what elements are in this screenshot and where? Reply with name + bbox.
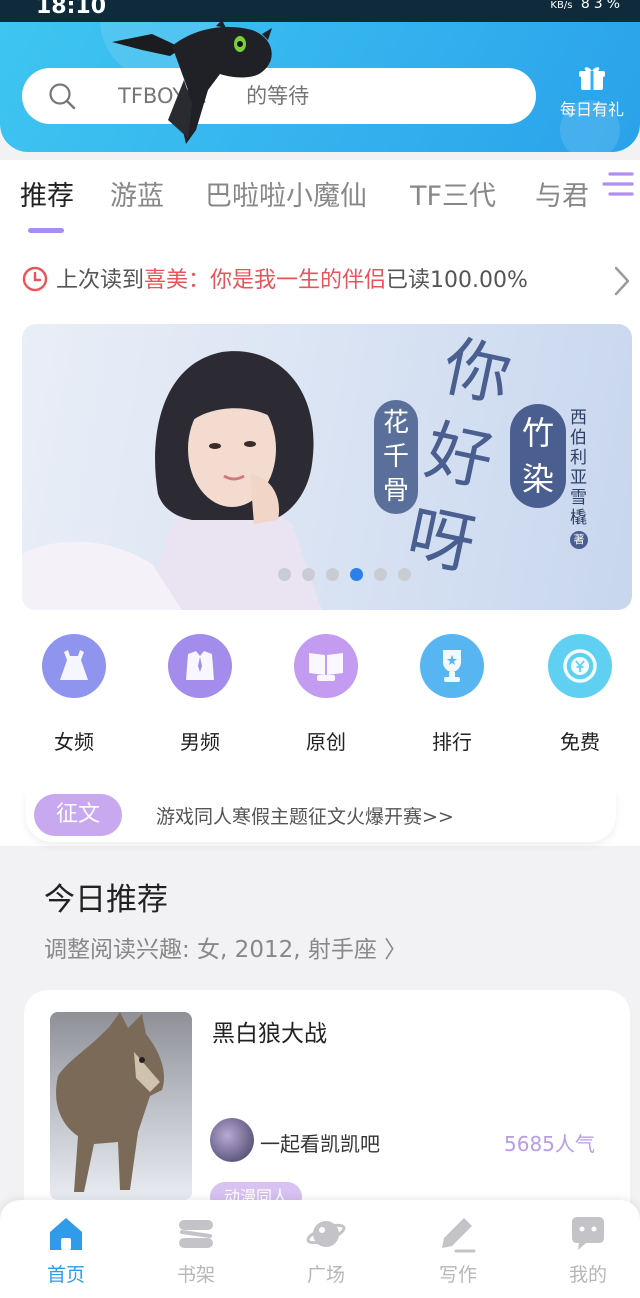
- bottom-navigation: 首页 书架 广场 写作 我的: [0, 1200, 640, 1298]
- tab-tf3[interactable]: TF三代: [410, 174, 496, 213]
- network-speed: KB/s: [550, 0, 573, 11]
- last-read-text: 上次读到喜美：你是我一生的伴侣已读100.00%: [56, 262, 528, 294]
- tab-recommend[interactable]: 推荐: [20, 174, 74, 213]
- carousel-dot[interactable]: [398, 568, 411, 581]
- last-read-prefix: 上次读到: [56, 268, 145, 293]
- tabs-menu-button[interactable]: [600, 168, 640, 204]
- tab-balala[interactable]: 巴啦啦小魔仙: [205, 174, 367, 213]
- nav-label: 广场: [306, 1264, 345, 1286]
- book-author[interactable]: 一起看凯凯吧: [260, 1128, 380, 1157]
- nav-label: 书架: [176, 1264, 215, 1286]
- header: 18:10 KB/s 83% 每日有礼: [0, 0, 640, 152]
- clock-icon: [22, 266, 48, 292]
- chat-profile-icon: [572, 1217, 604, 1250]
- category-circle: [42, 634, 106, 698]
- banner-title-sub2: 竹染: [510, 404, 566, 508]
- category-circle: [548, 634, 612, 698]
- trophy-icon: [443, 650, 461, 682]
- dress-icon: [60, 650, 88, 680]
- daily-gift-button[interactable]: 每日有礼: [552, 64, 632, 128]
- contest-link[interactable]: 游戏同人寒假主题征文火爆开赛>>: [156, 802, 454, 829]
- category-label: 女频: [54, 730, 94, 754]
- popularity-count: 5685人气: [504, 1132, 595, 1156]
- tab-yujun[interactable]: 与君: [535, 174, 589, 213]
- status-indicators: KB/s 83%: [550, 0, 624, 12]
- banner-author: 西伯利亚雪橇著: [570, 408, 592, 549]
- category-circle: [420, 634, 484, 698]
- status-bar: 18:10 KB/s 83%: [0, 0, 640, 22]
- carousel-dots: [278, 566, 422, 581]
- carousel-dot-active[interactable]: [350, 568, 363, 581]
- section-title: 今日推荐: [44, 882, 168, 918]
- category-free[interactable]: 免费: [530, 634, 630, 755]
- nav-label: 首页: [46, 1264, 85, 1286]
- nav-label: 写作: [438, 1264, 477, 1286]
- banner-author-suffix: 著: [570, 531, 588, 549]
- carousel-dot[interactable]: [278, 568, 291, 581]
- banner-author-name: 西伯利亚雪橇: [570, 408, 587, 528]
- category-original[interactable]: 原创: [276, 634, 376, 755]
- dragon-sticker-icon: [112, 20, 272, 144]
- category-label: 男频: [180, 730, 220, 754]
- nav-square[interactable]: 广场: [276, 1214, 376, 1287]
- search-icon: [49, 83, 76, 110]
- category-female[interactable]: 女频: [24, 634, 124, 755]
- category-shortcuts: 女频 男频 原创 排行 免费: [0, 620, 640, 790]
- carousel-dot[interactable]: [374, 568, 387, 581]
- contest-badge: 征文: [34, 794, 122, 836]
- category-ranking[interactable]: 排行: [402, 634, 502, 755]
- nav-write[interactable]: 写作: [408, 1214, 508, 1287]
- menu-icon: [602, 172, 634, 196]
- book-cover[interactable]: [50, 1012, 192, 1200]
- nav-home[interactable]: 首页: [16, 1214, 116, 1287]
- book-icon: [309, 653, 343, 681]
- tab-youlan[interactable]: 游蓝: [110, 174, 164, 213]
- nav-label: 我的: [568, 1264, 607, 1286]
- category-circle: [168, 634, 232, 698]
- nav-mine[interactable]: 我的: [538, 1214, 638, 1287]
- last-read-title: 喜美：你是我一生的伴侣: [144, 268, 387, 293]
- banner-title-sub1: 花千骨: [374, 400, 418, 514]
- category-label: 免费: [560, 730, 600, 754]
- category-male[interactable]: 男频: [150, 634, 250, 755]
- category-label: 排行: [432, 730, 472, 754]
- battery-level: 83%: [580, 0, 624, 12]
- banner-carousel[interactable]: 你好呀 花千骨 竹染 西伯利亚雪橇著: [22, 324, 632, 610]
- gift-label: 每日有礼: [559, 100, 624, 119]
- chevron-right-icon: [614, 266, 630, 296]
- shirt-icon: [186, 651, 214, 680]
- status-time: 18:10: [36, 0, 107, 19]
- coin-icon: [563, 649, 597, 683]
- wolf-cover-image: [50, 1012, 192, 1200]
- active-tab-indicator: [28, 228, 64, 233]
- last-read-progress: 已读100.00%: [386, 268, 528, 293]
- home-icon: [50, 1218, 82, 1250]
- category-label: 原创: [306, 730, 346, 754]
- gift-icon: [579, 67, 605, 90]
- carousel-dot[interactable]: [302, 568, 315, 581]
- category-tabs: 推荐 游蓝 巴啦啦小魔仙 TF三代 与君: [0, 160, 640, 240]
- last-read-bar[interactable]: 上次读到喜美：你是我一生的伴侣已读100.00%: [0, 240, 640, 320]
- bookshelf-icon: [179, 1220, 213, 1248]
- book-title[interactable]: 黑白狼大战: [212, 1014, 327, 1048]
- nav-bookshelf[interactable]: 书架: [146, 1214, 246, 1287]
- banner-section: 你好呀 花千骨 竹染 西伯利亚雪橇著: [0, 320, 640, 620]
- pencil-icon: [442, 1218, 476, 1253]
- planet-icon: [306, 1221, 346, 1247]
- avatar[interactable]: [210, 1118, 254, 1162]
- reading-interest-link[interactable]: 调整阅读兴趣: 女, 2012, 射手座 〉: [44, 930, 407, 964]
- carousel-dot[interactable]: [326, 568, 339, 581]
- contest-bar[interactable]: 征文 游戏同人寒假主题征文火爆开赛>>: [26, 790, 616, 842]
- category-circle: [294, 634, 358, 698]
